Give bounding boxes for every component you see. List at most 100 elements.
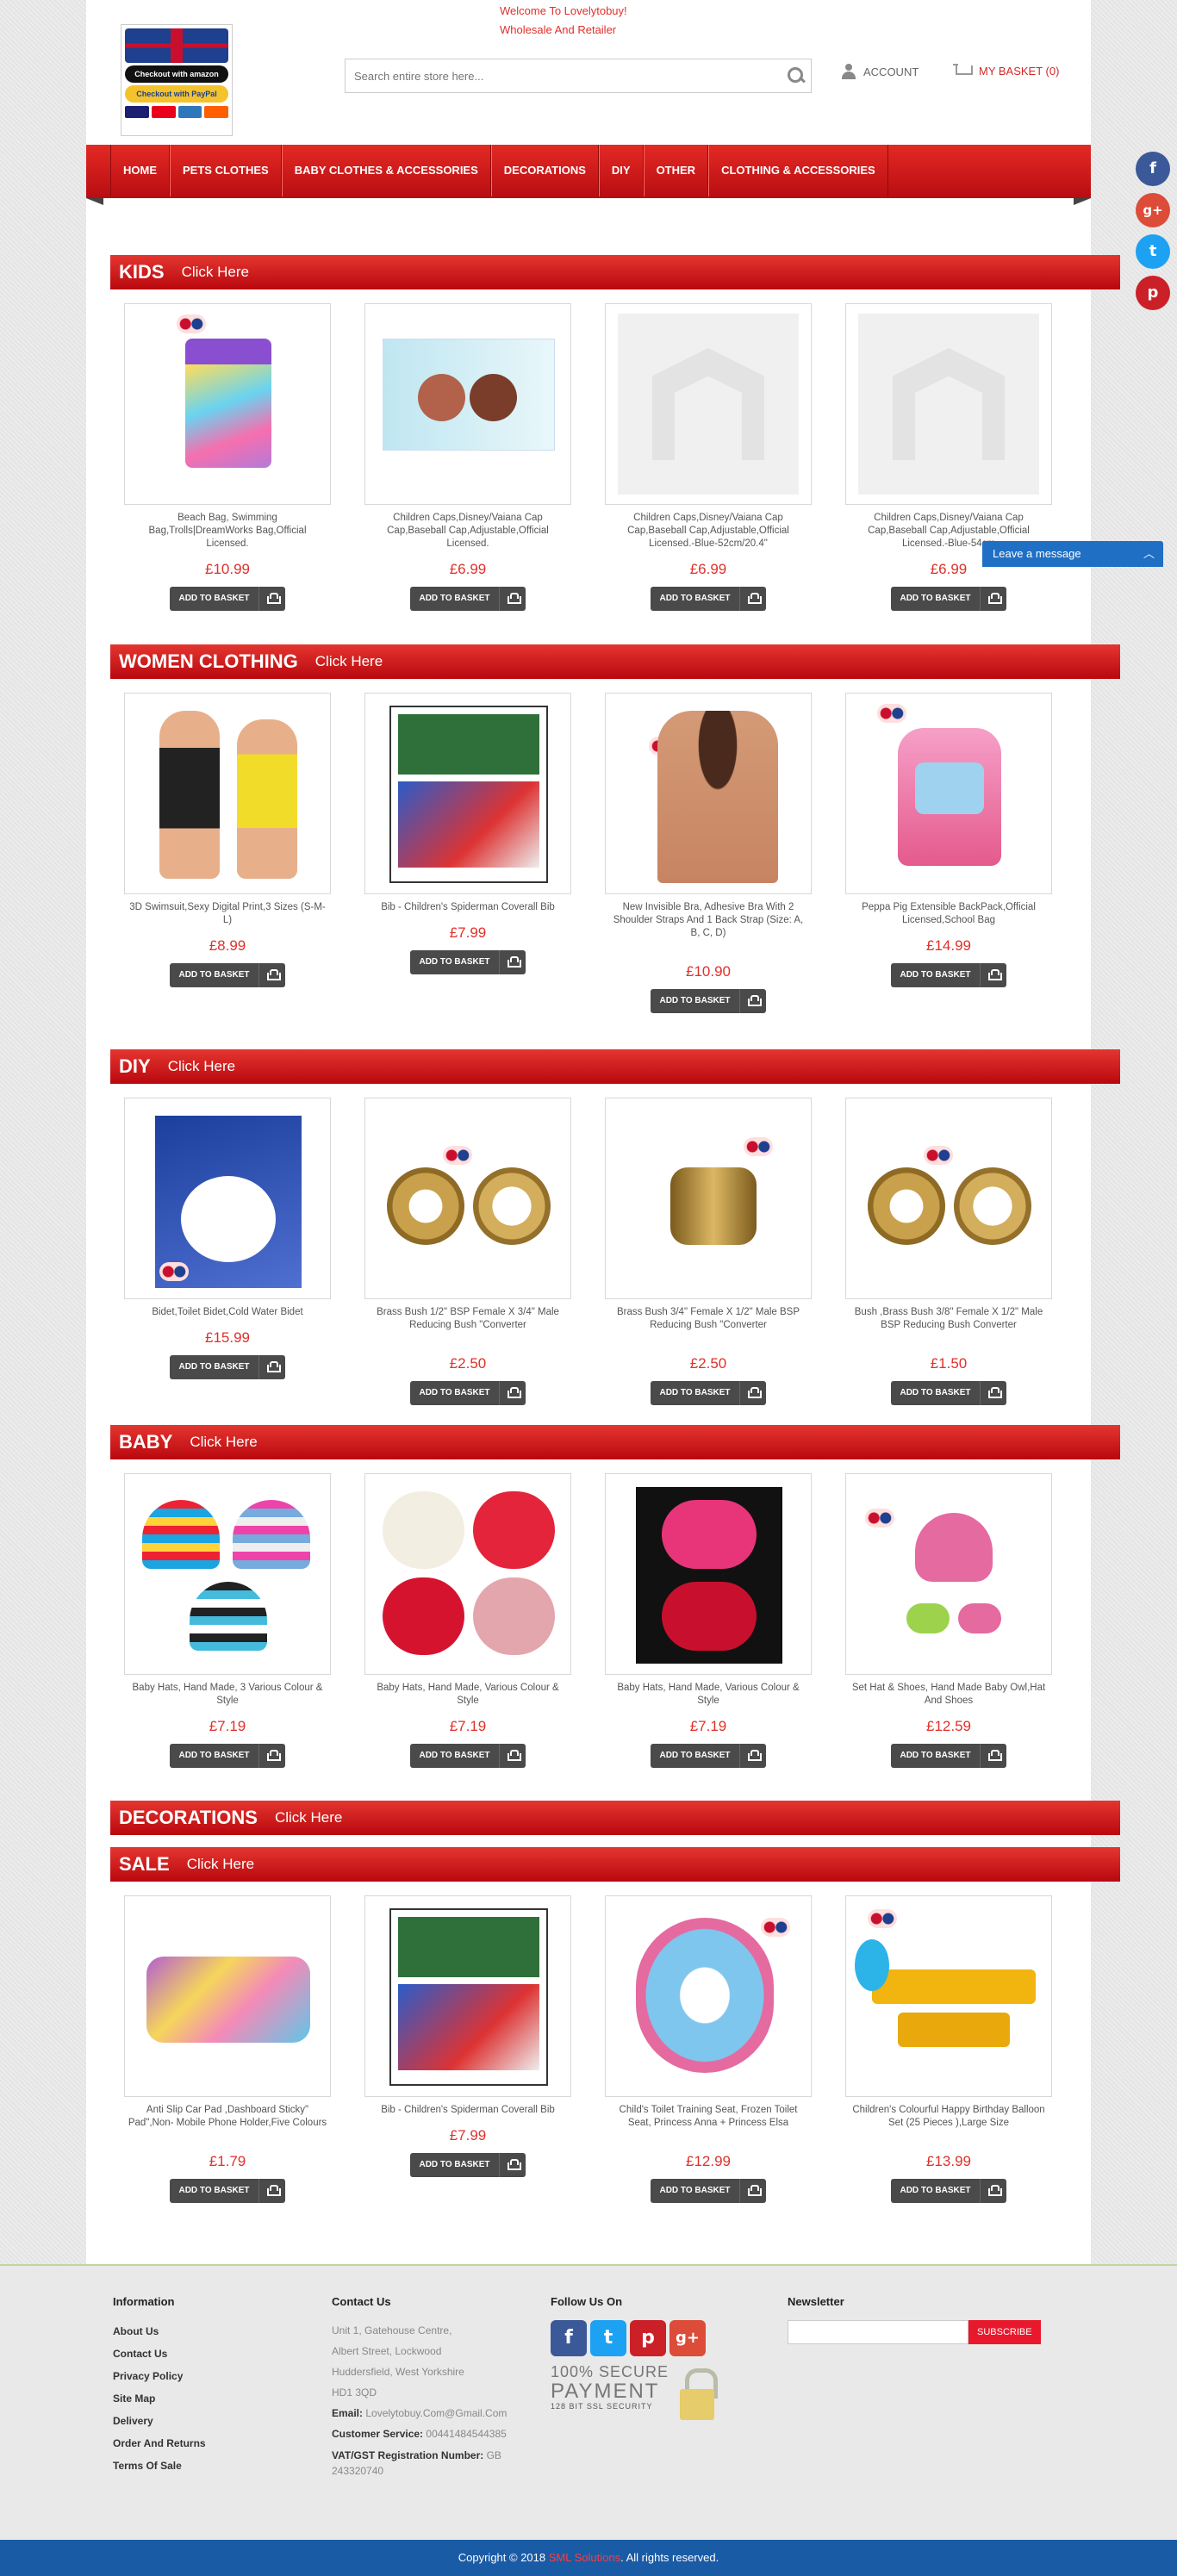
nav-decorations[interactable]: Decorations <box>490 145 599 196</box>
product-image[interactable] <box>605 1473 812 1675</box>
click-here-link[interactable]: Click Here <box>275 1809 342 1826</box>
product-image[interactable] <box>605 303 812 505</box>
product-image[interactable] <box>845 1895 1052 2097</box>
add-to-basket-button[interactable]: Add to basket <box>170 2179 285 2203</box>
nav-home[interactable]: Home <box>110 145 170 196</box>
product-title[interactable]: Peppa Pig Extensible BackPack,Official L… <box>845 901 1052 927</box>
nav-clothing[interactable]: Clothing & Accessories <box>708 145 888 196</box>
product-image[interactable] <box>124 1895 331 2097</box>
google-plus-icon[interactable]: g+ <box>1136 193 1170 227</box>
click-here-link[interactable]: Click Here <box>187 1856 254 1873</box>
click-here-link[interactable]: Click Here <box>168 1058 235 1075</box>
product-title[interactable]: Bush ,Brass Bush 3/8" Female X 1/2" Male… <box>845 1306 1052 1332</box>
product-title[interactable]: Brass Bush 3/4" Female X 1/2" Male BSP R… <box>605 1306 812 1332</box>
product-image[interactable] <box>605 1895 812 2097</box>
product-image[interactable] <box>364 1473 571 1675</box>
product-image[interactable] <box>364 693 571 894</box>
subscribe-button[interactable]: Subscribe <box>968 2320 1041 2344</box>
add-to-basket-button[interactable]: Add to basket <box>651 1744 766 1768</box>
click-here-link[interactable]: Click Here <box>182 264 249 281</box>
section-title[interactable]: Decorations <box>114 1807 263 1829</box>
add-to-basket-button[interactable]: Add to basket <box>891 1744 1006 1768</box>
product-title[interactable]: Baby Hats, Hand Made, 3 Various Colour &… <box>124 1682 331 1708</box>
product-image[interactable] <box>124 1098 331 1299</box>
google-plus-icon[interactable]: g+ <box>669 2320 706 2356</box>
add-to-basket-button[interactable]: Add to basket <box>891 1381 1006 1405</box>
product-title[interactable]: Anti Slip Car Pad ,Dashboard Sticky" Pad… <box>124 2104 331 2130</box>
search-input[interactable] <box>346 69 780 83</box>
product-image[interactable] <box>845 693 1052 894</box>
add-to-basket-button[interactable]: Add to basket <box>651 587 766 611</box>
newsletter-email-input[interactable] <box>788 2320 968 2344</box>
add-to-basket-button[interactable]: Add to basket <box>410 587 526 611</box>
add-to-basket-button[interactable]: Add to basket <box>651 989 766 1013</box>
product-title[interactable]: Children Caps,Disney/Vaiana Cap Cap,Base… <box>605 512 812 551</box>
section-title[interactable]: Kids <box>114 261 170 283</box>
add-to-basket-button[interactable]: Add to basket <box>891 2179 1006 2203</box>
product-title[interactable]: Brass Bush 1/2" BSP Female X 3/4" Male R… <box>364 1306 571 1332</box>
footer-link-contact[interactable]: Contact Us <box>113 2343 206 2365</box>
product-image[interactable] <box>364 1895 571 2097</box>
nav-pets-clothes[interactable]: Pets Clothes <box>170 145 282 196</box>
add-to-basket-button[interactable]: Add to basket <box>410 950 526 974</box>
copyright-brand[interactable]: SML Solutions <box>549 2551 620 2564</box>
add-to-basket-button[interactable]: Add to basket <box>891 963 1006 987</box>
click-here-link[interactable]: Click Here <box>315 653 383 670</box>
product-title[interactable]: Bib - Children's Spiderman Coverall Bib <box>364 2104 571 2117</box>
add-to-basket-button[interactable]: Add to basket <box>170 963 285 987</box>
add-to-basket-button[interactable]: Add to basket <box>170 1744 285 1768</box>
footer-link-sitemap[interactable]: Site Map <box>113 2387 206 2410</box>
product-image[interactable] <box>364 1098 571 1299</box>
account-link[interactable]: Account <box>841 64 919 79</box>
footer-link-delivery[interactable]: Delivery <box>113 2410 206 2432</box>
product-image[interactable] <box>364 303 571 505</box>
product-title[interactable]: 3D Swimsuit,Sexy Digital Print,3 Sizes (… <box>124 901 331 927</box>
section-title[interactable]: Baby <box>114 1431 177 1453</box>
twitter-icon[interactable]: t <box>1136 234 1170 269</box>
footer-link-privacy[interactable]: Privacy Policy <box>113 2365 206 2387</box>
add-to-basket-button[interactable]: Add to basket <box>170 1355 285 1379</box>
live-chat-tab[interactable]: Leave a message ︿ <box>982 541 1163 567</box>
section-title[interactable]: Sale <box>114 1853 175 1876</box>
product-image[interactable] <box>124 303 331 505</box>
site-logo[interactable]: Checkout with amazon Checkout with PayPa… <box>121 24 233 136</box>
product-title[interactable]: Children Caps,Disney/Vaiana Cap Cap,Base… <box>364 512 571 551</box>
search-icon[interactable] <box>780 60 811 91</box>
footer-link-returns[interactable]: Order And Returns <box>113 2432 206 2455</box>
product-image[interactable] <box>605 1098 812 1299</box>
facebook-icon[interactable]: f <box>1136 152 1170 186</box>
nav-baby-clothes[interactable]: Baby Clothes & Accessories <box>281 145 491 196</box>
add-to-basket-button[interactable]: Add to basket <box>891 587 1006 611</box>
product-image[interactable] <box>845 1098 1052 1299</box>
pinterest-icon[interactable]: p <box>1136 276 1170 310</box>
nav-diy[interactable]: DIY <box>598 145 644 196</box>
product-title[interactable]: Bidet,Toilet Bidet,Cold Water Bidet <box>124 1306 331 1319</box>
click-here-link[interactable]: Click Here <box>190 1434 257 1451</box>
pinterest-icon[interactable]: p <box>630 2320 666 2356</box>
twitter-icon[interactable]: t <box>590 2320 626 2356</box>
basket-link[interactable]: My Basket (0) <box>953 64 1059 78</box>
nav-other[interactable]: Other <box>643 145 709 196</box>
section-title[interactable]: Women Clothing <box>114 650 303 673</box>
product-title[interactable]: Child's Toilet Training Seat, Frozen Toi… <box>605 2104 812 2130</box>
product-image[interactable] <box>605 693 812 894</box>
footer-link-about[interactable]: About Us <box>113 2320 206 2343</box>
add-to-basket-button[interactable]: Add to basket <box>410 2153 526 2177</box>
add-to-basket-button[interactable]: Add to basket <box>651 2179 766 2203</box>
product-title[interactable]: Baby Hats, Hand Made, Various Colour & S… <box>364 1682 571 1708</box>
facebook-icon[interactable]: f <box>551 2320 587 2356</box>
product-image[interactable] <box>845 303 1052 505</box>
footer-link-terms[interactable]: Terms Of Sale <box>113 2455 206 2477</box>
add-to-basket-button[interactable]: Add to basket <box>651 1381 766 1405</box>
section-title[interactable]: DIY <box>114 1055 156 1078</box>
add-to-basket-button[interactable]: Add to basket <box>410 1381 526 1405</box>
add-to-basket-button[interactable]: Add to basket <box>410 1744 526 1768</box>
product-title[interactable]: Children's Colourful Happy Birthday Ball… <box>845 2104 1052 2130</box>
product-title[interactable]: New Invisible Bra, Adhesive Bra With 2 S… <box>605 901 812 940</box>
email-value[interactable]: Lovelytobuy.Com@Gmail.Com <box>365 2407 507 2419</box>
product-image[interactable] <box>124 693 331 894</box>
add-to-basket-button[interactable]: Add to basket <box>170 587 285 611</box>
product-image[interactable] <box>124 1473 331 1675</box>
product-title[interactable]: Bib - Children's Spiderman Coverall Bib <box>364 901 571 914</box>
product-title[interactable]: Baby Hats, Hand Made, Various Colour & S… <box>605 1682 812 1708</box>
